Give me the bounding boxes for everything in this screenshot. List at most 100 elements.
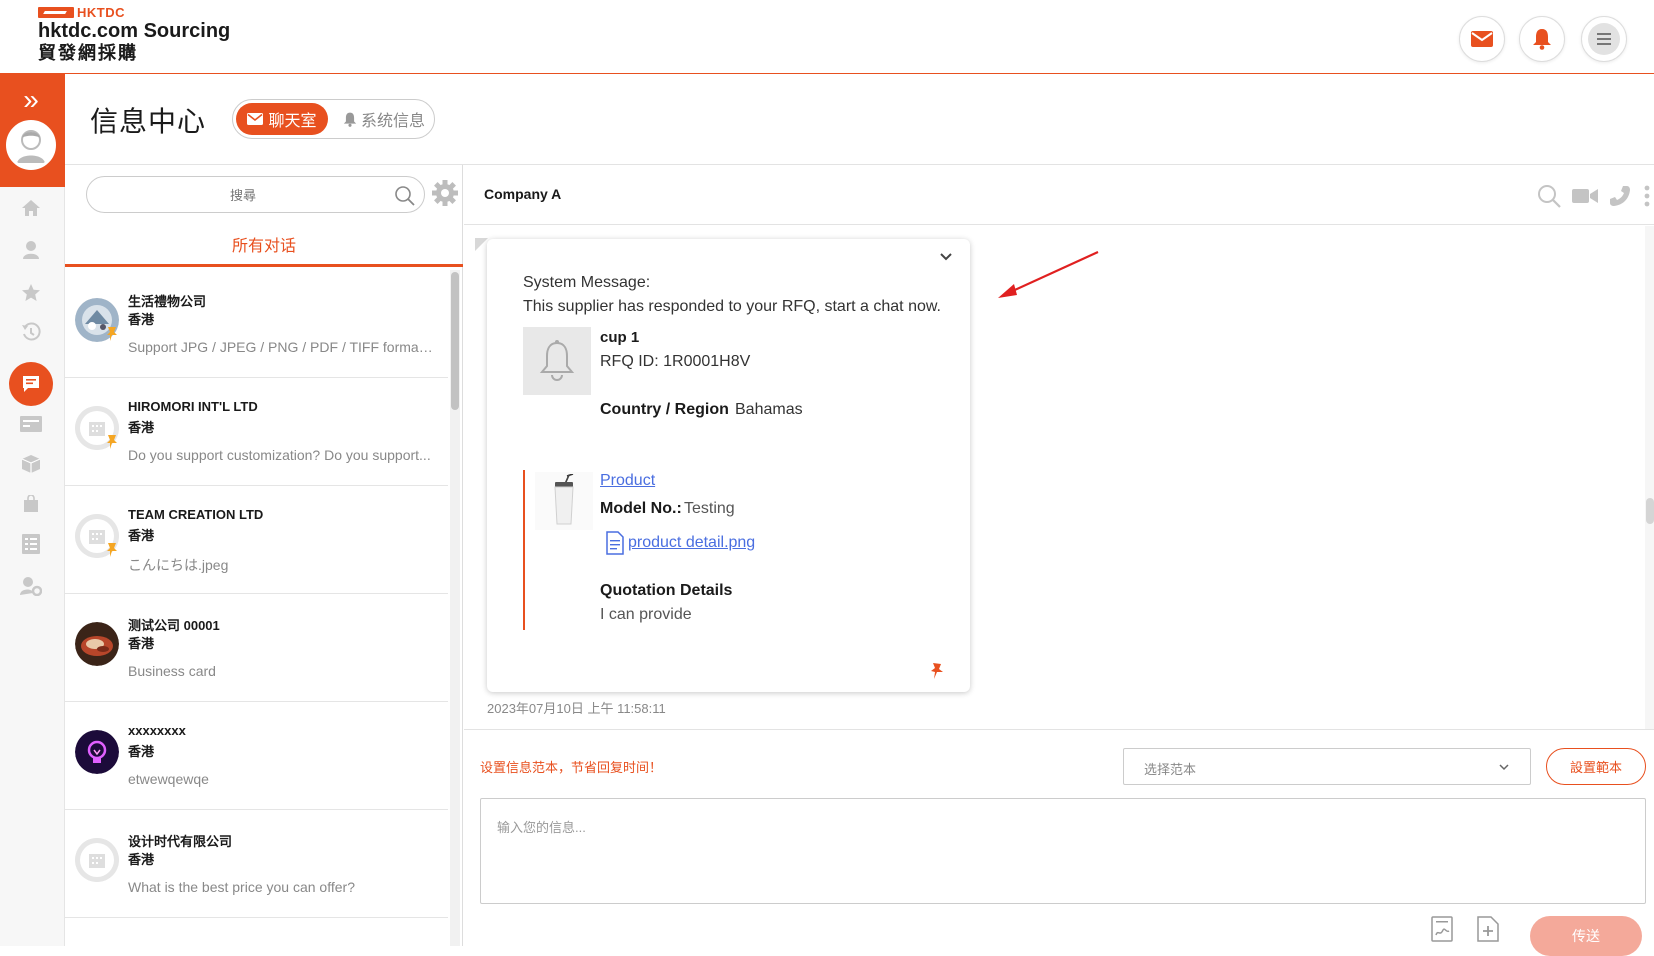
video-call-icon[interactable]	[1572, 187, 1598, 205]
attachment-link[interactable]: product detail.png	[628, 534, 755, 552]
bell-icon	[539, 340, 575, 381]
system-message-text: This supplier has responded to your RFQ,…	[523, 298, 941, 315]
more-options-icon[interactable]	[1642, 184, 1652, 208]
chat-toolbar	[1536, 183, 1652, 209]
rail-item-chat[interactable]	[9, 362, 53, 406]
message-input[interactable]	[497, 817, 1617, 887]
conversation-item[interactable]: 生活禮物公司 香港 Support JPG / JPEG / PNG / PDF…	[65, 270, 448, 378]
tab-chat-room-label: 聊天室	[268, 113, 317, 130]
business-card-icon[interactable]	[1428, 915, 1456, 943]
chat-title: Company A	[484, 186, 562, 202]
search-input[interactable]	[103, 183, 383, 207]
conversation-item[interactable]: xxxxxxxx 香港 etwewqewqe	[65, 702, 448, 810]
search-icon[interactable]	[394, 185, 416, 207]
tab-chat-room[interactable]: 聊天室	[236, 103, 328, 135]
conversation-item[interactable]: 设计时代有限公司 香港 What is the best price you c…	[65, 810, 448, 918]
conversation-preview: What is the best price you can offer?	[128, 879, 355, 895]
conversation-preview: etwewqewqe	[128, 771, 209, 787]
system-message-label: System Message:	[523, 274, 651, 291]
history-icon[interactable]	[19, 320, 43, 344]
star-icon[interactable]	[19, 280, 43, 304]
pin-icon[interactable]	[929, 662, 945, 680]
conversation-preview: Business card	[128, 663, 216, 679]
expand-rail-icon[interactable]: »	[16, 86, 46, 114]
page-title: 信息中心	[90, 106, 207, 137]
box-icon[interactable]	[19, 452, 43, 476]
pin-icon	[107, 327, 117, 341]
conversation-region: 香港	[128, 744, 155, 759]
rfq-product-name: cup 1	[600, 329, 640, 346]
rfq-thumbnail	[523, 327, 591, 395]
quotation-details-label: Quotation Details	[600, 582, 733, 599]
bell-icon	[1533, 29, 1551, 50]
file-icon	[606, 531, 624, 555]
chevron-down-icon	[1499, 764, 1509, 771]
chat-header: Company A	[464, 165, 1654, 225]
country-value: Bahamas	[735, 401, 803, 418]
conversation-search	[86, 176, 425, 213]
conversation-name: 设计时代有限公司	[128, 834, 233, 849]
conversation-preview: Support JPG / JPEG / PNG / PDF / TIFF fo…	[128, 339, 433, 355]
mail-icon	[1471, 31, 1493, 47]
annotation-arrow	[998, 250, 1099, 298]
rail-profile-area: »	[0, 74, 65, 187]
hktdc-logo[interactable]: HKTDC hktdc.com Sourcing 貿發網採購	[38, 5, 230, 64]
home-icon[interactable]	[19, 196, 43, 220]
conversation-list-pane: 所有对话 生活禮物公司 香港 Support JPG / JPEG / PNG …	[65, 165, 463, 946]
gear-icon[interactable]	[430, 178, 460, 208]
card-icon[interactable]	[19, 412, 43, 436]
tab-all-conversations[interactable]: 所有对话	[65, 223, 463, 267]
notifications-button[interactable]	[1519, 16, 1565, 62]
company-avatar	[75, 838, 119, 882]
message-composer: 设置信息范本，节省回复时间！ 选择范本 設置範本 传送	[464, 729, 1654, 956]
logo-subtitle: 貿發網採購	[38, 43, 138, 63]
conversation-item[interactable]: TEAM CREATION LTD 香港 こんにちは.jpeg	[65, 486, 448, 594]
bag-icon[interactable]	[19, 492, 43, 516]
company-avatar	[75, 622, 119, 666]
conversation-list-scrollbar[interactable]	[450, 270, 460, 946]
send-button[interactable]: 传送	[1530, 916, 1642, 956]
search-icon[interactable]	[1536, 183, 1562, 209]
conversation-preview: こんにちは.jpeg	[128, 557, 229, 573]
quotation-accent-bar	[523, 470, 525, 630]
scrollbar-thumb[interactable]	[451, 272, 459, 410]
conversation-preview: Do you support customization? Do you sup…	[128, 447, 431, 463]
phone-icon[interactable]	[1608, 184, 1632, 208]
conversation-region: 香港	[128, 312, 155, 327]
add-attachment-icon[interactable]	[1474, 915, 1502, 943]
list-icon[interactable]	[19, 532, 43, 556]
conversation-item[interactable]: 测试公司 00001 香港 Business card	[65, 594, 448, 702]
avatar[interactable]	[6, 120, 56, 170]
tumbler-image	[554, 474, 574, 525]
pin-icon	[107, 543, 117, 557]
conversation-region: 香港	[128, 852, 155, 867]
logo-mark-text: HKTDC	[77, 4, 125, 20]
mail-icon	[247, 113, 264, 125]
tab-system-messages[interactable]: 系统信息	[336, 103, 432, 135]
conversation-region: 香港	[128, 420, 155, 435]
chevron-down-icon[interactable]	[938, 249, 954, 265]
bell-icon	[343, 112, 357, 127]
menu-button[interactable]	[1581, 16, 1627, 62]
mail-button[interactable]	[1459, 16, 1505, 62]
product-link[interactable]: Product	[600, 472, 655, 490]
conversation-item[interactable]: HIROMORI INT'L LTD 香港 Do you support cus…	[65, 378, 448, 486]
product-thumbnail[interactable]	[535, 472, 593, 530]
logo-title: hktdc.com Sourcing	[38, 20, 231, 42]
conversation-name: HIROMORI INT'L LTD	[128, 399, 258, 414]
conversation-region: 香港	[128, 636, 155, 651]
tab-system-messages-label: 系统信息	[360, 113, 425, 130]
user-icon[interactable]	[19, 238, 43, 262]
rfq-response-message: System Message: This supplier has respon…	[487, 239, 970, 692]
left-rail: »	[0, 74, 65, 946]
scrollbar-thumb[interactable]	[1646, 498, 1654, 524]
conversation-name: 测试公司 00001	[128, 618, 220, 633]
set-template-button[interactable]: 設置範本	[1546, 748, 1646, 785]
user-settings-icon[interactable]	[19, 574, 43, 598]
conversation-region: 香港	[128, 528, 155, 543]
chat-scrollbar[interactable]	[1645, 226, 1654, 729]
logo-flag-icon	[38, 6, 74, 18]
conversation-list: 生活禮物公司 香港 Support JPG / JPEG / PNG / PDF…	[65, 270, 448, 946]
template-select[interactable]: 选择范本	[1123, 748, 1531, 785]
top-header: HKTDC hktdc.com Sourcing 貿發網採購	[0, 0, 1654, 74]
